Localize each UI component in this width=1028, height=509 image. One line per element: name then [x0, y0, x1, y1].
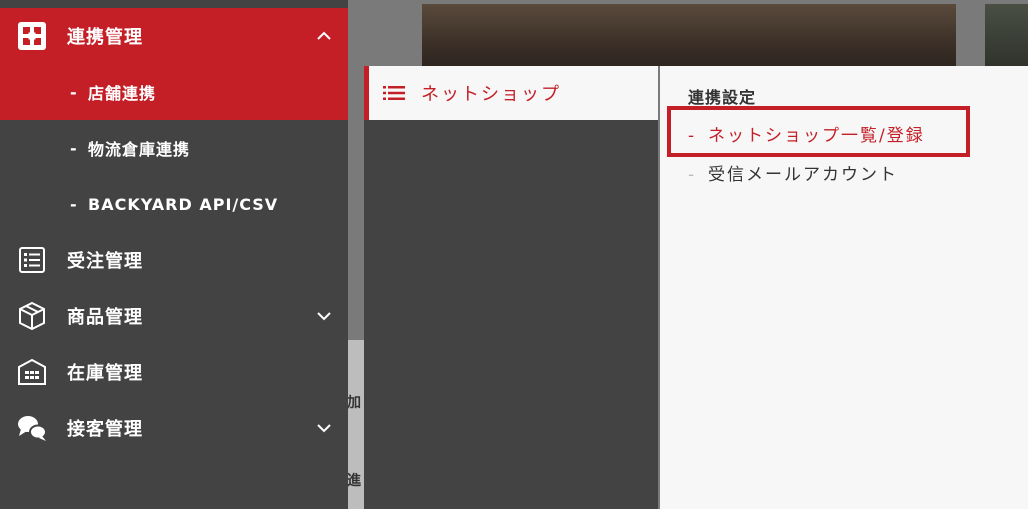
bullet-dash: - [688, 126, 697, 146]
submenu-column [364, 66, 658, 509]
sidebar-item-inventory[interactable]: 在庫管理 [0, 344, 348, 400]
chat-bubbles-icon [16, 412, 48, 444]
submenu-item-netshop[interactable]: ネットショップ [364, 66, 658, 120]
sidebar-item-label: 在庫管理 [67, 363, 143, 384]
package-icon [16, 300, 48, 332]
chevron-down-icon[interactable] [316, 308, 332, 324]
sidebar-top-strip [0, 0, 348, 8]
background-text-fragment: 加 [347, 395, 361, 411]
bullet-dash: - [70, 194, 77, 214]
settings-panel: 連携設定 - ネットショップ一覧/登録 - 受信メールアカウント [660, 66, 1028, 509]
sidebar-item-customer-service[interactable]: 接客管理 [0, 400, 348, 456]
link-mail-account[interactable]: - 受信メールアカウント [688, 160, 898, 185]
sidebar-subitem-label: BACKYARD API/CSV [88, 194, 279, 214]
sidebar: 連携管理 - 店舗連携 - 物流倉庫連携 - BACKYARD API/CSV … [0, 0, 348, 509]
list-icon [383, 84, 405, 102]
background-side-image [985, 4, 1028, 66]
link-netshop-list-register[interactable]: - ネットショップ一覧/登録 [688, 121, 925, 146]
sidebar-item-label: 接客管理 [67, 419, 143, 440]
order-list-icon [16, 244, 48, 276]
sidebar-subitem-label: 店舗連携 [88, 84, 157, 103]
sidebar-item-label: 連携管理 [67, 27, 143, 48]
background-text-fragment: 進 [347, 473, 361, 489]
link-label: ネットショップ一覧/登録 [708, 126, 925, 146]
submenu-item-label: ネットショップ [421, 84, 561, 105]
sidebar-subitem-backyard-api[interactable]: - BACKYARD API/CSV [0, 176, 348, 232]
bullet-dash: - [688, 165, 697, 185]
integration-icon [16, 20, 48, 52]
sidebar-subitem-label: 物流倉庫連携 [88, 140, 191, 159]
sidebar-item-integration[interactable]: 連携管理 [0, 8, 348, 64]
sidebar-item-label: 商品管理 [67, 307, 143, 328]
chevron-down-icon[interactable] [316, 420, 332, 436]
sidebar-item-orders[interactable]: 受注管理 [0, 232, 348, 288]
warehouse-icon [16, 356, 48, 388]
chevron-up-icon[interactable] [316, 28, 332, 44]
bullet-dash: - [70, 82, 77, 102]
background-banner-image [422, 4, 956, 66]
sidebar-item-label: 受注管理 [67, 251, 143, 272]
bullet-dash: - [70, 138, 77, 158]
sidebar-subitem-logistics-integration[interactable]: - 物流倉庫連携 [0, 120, 348, 176]
sidebar-item-products[interactable]: 商品管理 [0, 288, 348, 344]
sidebar-subitem-store-integration[interactable]: - 店舗連携 [0, 64, 348, 120]
section-title: 連携設定 [688, 88, 757, 107]
link-label: 受信メールアカウント [708, 165, 898, 185]
